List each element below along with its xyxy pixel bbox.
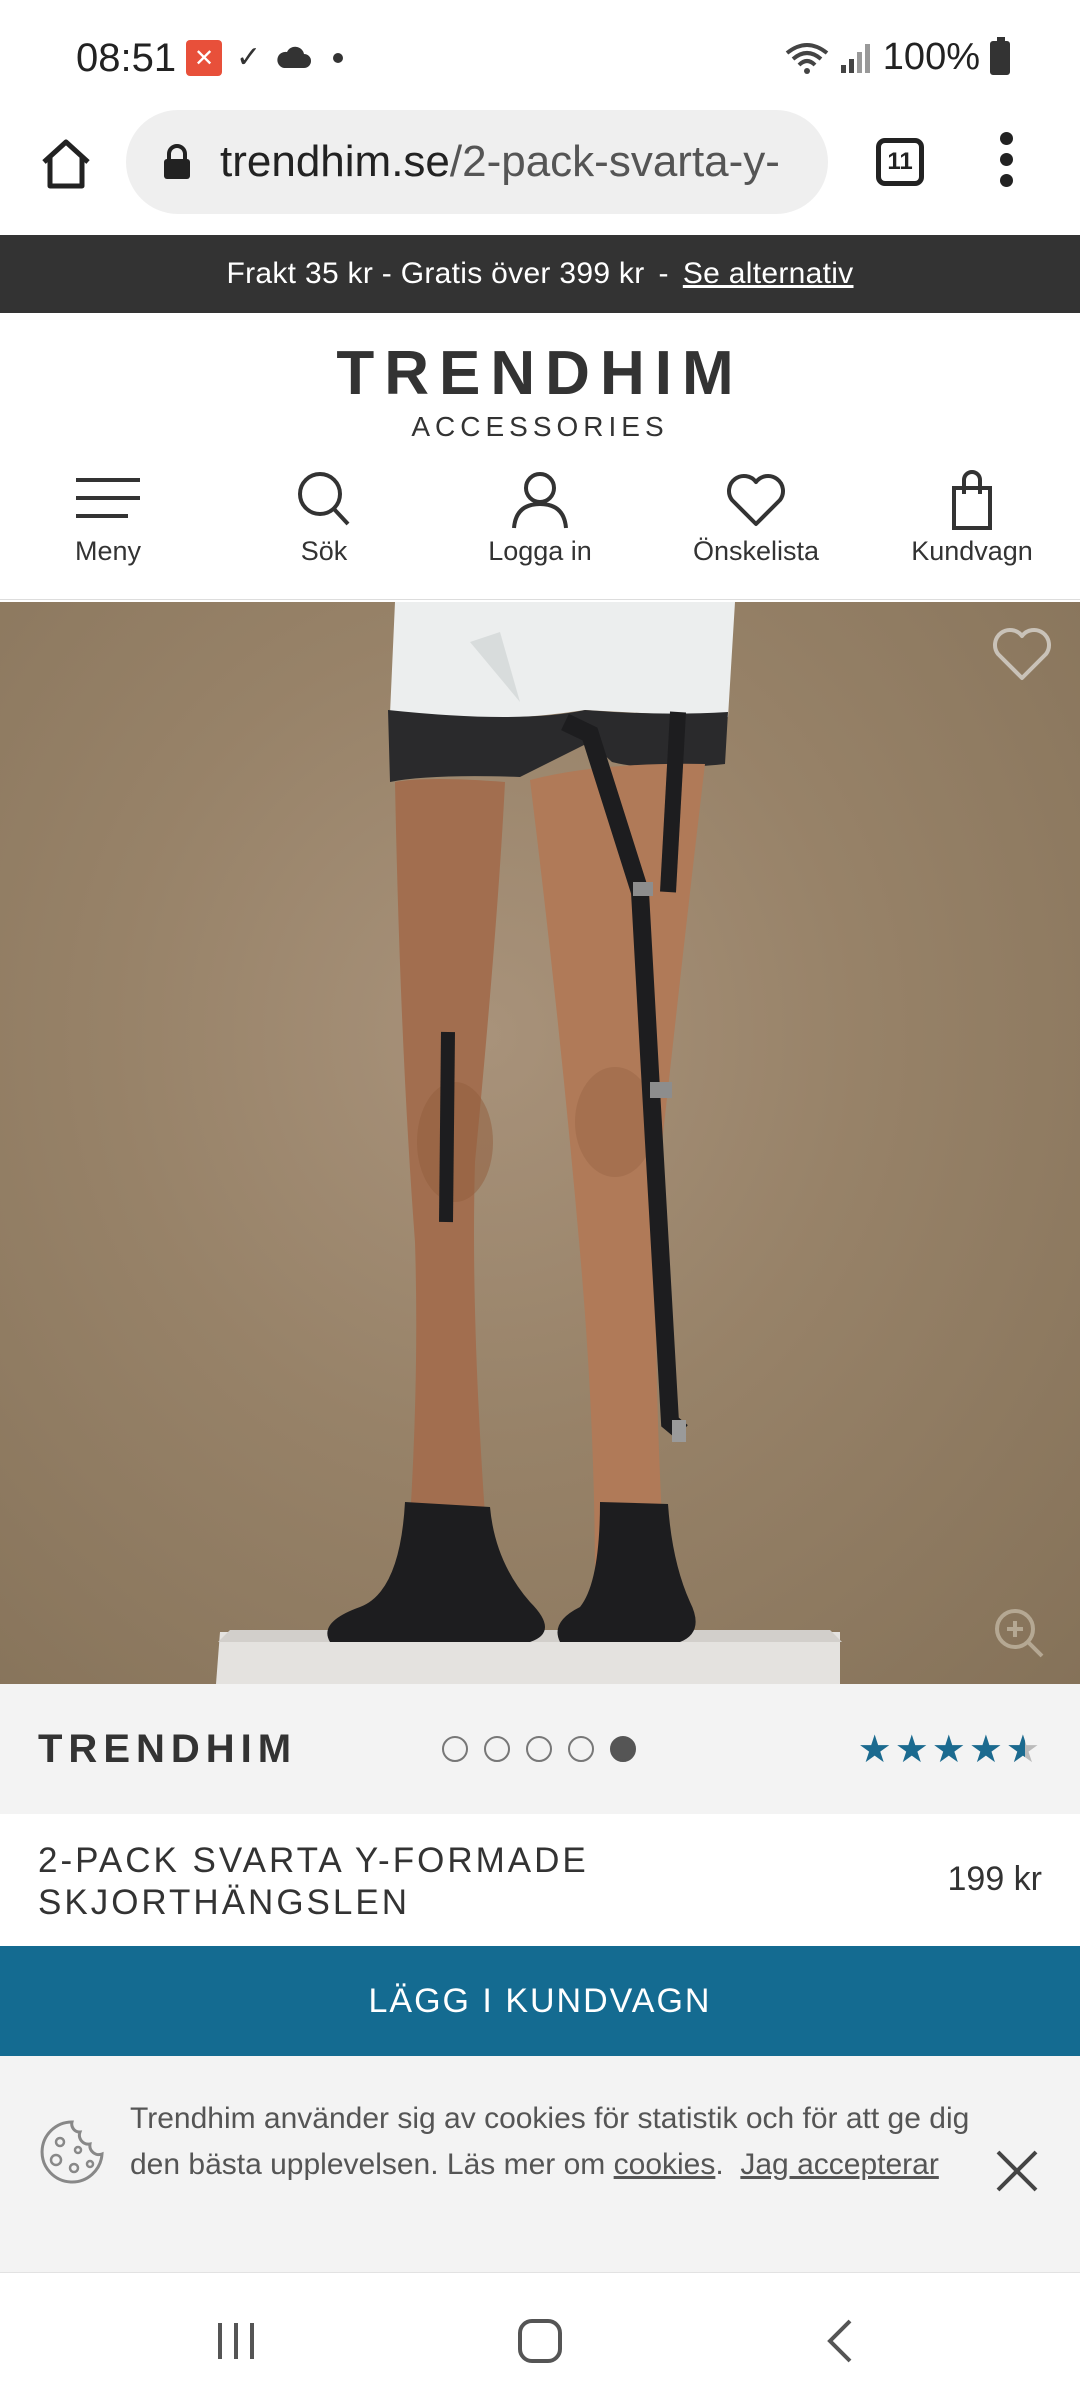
- star-icon: ★: [894, 1728, 929, 1771]
- product-info: 2-PACK SVARTA Y-FORMADE SKJORTHÄNGSLEN 1…: [0, 1814, 1080, 1946]
- browser-toolbar: trendhim.se/2-pack-svarta-y- 11: [0, 110, 1080, 235]
- star-icon: ★: [968, 1728, 1003, 1771]
- nav-menu[interactable]: Meny: [0, 470, 216, 599]
- star-icon: ★: [857, 1728, 892, 1771]
- shipping-options-link[interactable]: Se alternativ: [683, 257, 854, 291]
- nav-login[interactable]: Logga in: [432, 470, 648, 599]
- nav-search[interactable]: Sök: [216, 470, 432, 599]
- home-button-icon[interactable]: [510, 2311, 570, 2371]
- rating-stars[interactable]: ★ ★ ★ ★ ★: [858, 1727, 1040, 1772]
- product-brand-row: TRENDHIM ★ ★ ★ ★ ★: [0, 1684, 1080, 1814]
- cookie-banner: Trendhim använder sig av cookies för sta…: [0, 2056, 1080, 2272]
- gallery-dot[interactable]: [526, 1736, 552, 1762]
- status-time: 08:51: [76, 36, 177, 80]
- wifi-icon: [785, 42, 829, 74]
- bag-icon: [952, 470, 992, 530]
- gallery-dot[interactable]: [568, 1736, 594, 1762]
- logo-sub: ACCESSORIES: [411, 411, 669, 442]
- status-system-icons: 100%: [785, 36, 1010, 79]
- address-bar[interactable]: trendhim.se/2-pack-svarta-y-: [126, 110, 828, 214]
- nav-cart[interactable]: Kundvagn: [864, 470, 1080, 599]
- home-icon[interactable]: [36, 134, 96, 194]
- url-text: trendhim.se/2-pack-svarta-y-: [220, 137, 810, 187]
- accept-cookies-link[interactable]: Jag accepterar: [740, 2148, 938, 2181]
- nav-wishlist-label: Önskelista: [692, 536, 820, 566]
- page: 08:51 ✕ ✓ 100% trendhim.se/2-pack-svarta…: [0, 0, 1080, 2400]
- nav-login-label: Logga in: [488, 536, 592, 566]
- gallery-dots: [442, 1736, 636, 1762]
- signal-icon: [840, 43, 870, 73]
- cookies-link[interactable]: cookies: [614, 2148, 716, 2181]
- star-icon: ★: [931, 1728, 966, 1771]
- app-notification-icon: ✕: [186, 40, 222, 76]
- tab-switcher-button[interactable]: 11: [876, 138, 924, 186]
- shipping-text: Frakt 35 kr - Gratis över 399 kr: [226, 257, 645, 290]
- cookie-icon: [40, 2120, 104, 2184]
- nav-cart-label: Kundvagn: [911, 536, 1033, 566]
- shipping-separator: -: [658, 257, 669, 290]
- gallery-dot[interactable]: [442, 1736, 468, 1762]
- dot-icon: [333, 53, 344, 63]
- cloud-icon: [277, 46, 312, 68]
- cookie-message: Trendhim använder sig av cookies för sta…: [130, 2096, 990, 2188]
- product-title: 2-PACK SVARTA Y-FORMADE SKJORTHÄNGSLEN: [38, 1841, 589, 1922]
- nav-search-label: Sök: [300, 536, 348, 566]
- gallery-dot-active[interactable]: [610, 1736, 636, 1762]
- user-icon: [512, 472, 568, 529]
- search-icon: [298, 472, 350, 526]
- half-star-icon: ★: [1006, 1727, 1040, 1772]
- nav-menu-label: Meny: [74, 536, 142, 566]
- menu-icon: [76, 478, 140, 518]
- gallery-dot[interactable]: [484, 1736, 510, 1762]
- url-domain: trendhim.se: [220, 137, 450, 186]
- product-photo: [216, 602, 842, 1684]
- cookie-period: .: [715, 2148, 724, 2181]
- close-icon[interactable]: [994, 2148, 1040, 2194]
- product-image[interactable]: [0, 602, 1080, 1684]
- more-options-icon[interactable]: [996, 132, 1016, 192]
- recent-apps-icon[interactable]: [206, 2311, 266, 2371]
- heart-icon: [727, 474, 785, 526]
- url-path: /2-pack-svarta-y-: [449, 137, 780, 186]
- nav-wishlist[interactable]: Önskelista: [648, 470, 864, 599]
- battery-icon: [990, 36, 1010, 75]
- add-to-cart-button[interactable]: LÄGG I KUNDVAGN: [0, 1946, 1080, 2056]
- status-notification-icons: ✕ ✓: [186, 40, 344, 76]
- site-logo[interactable]: TRENDHIM ACCESSORIES: [0, 313, 1080, 453]
- shipping-banner: Frakt 35 kr - Gratis över 399 kr - Se al…: [0, 235, 1080, 313]
- battery-percent: 100%: [882, 36, 980, 78]
- status-bar: 08:51 ✕ ✓ 100%: [0, 0, 1080, 110]
- checkmark-icon: ✓: [236, 41, 262, 74]
- back-icon[interactable]: [812, 2311, 872, 2371]
- add-to-wishlist-heart-icon[interactable]: [990, 624, 1054, 684]
- system-nav-bar: [0, 2272, 1080, 2400]
- main-nav: Meny Sök Logga in Önskelista Kundvagn: [0, 470, 1080, 600]
- product-price: 199 kr: [947, 1860, 1043, 1898]
- logo-main: TRENDHIM: [336, 339, 744, 408]
- lock-icon: [164, 144, 190, 179]
- zoom-icon[interactable]: [992, 1606, 1046, 1660]
- product-brand[interactable]: TRENDHIM: [38, 1727, 297, 1772]
